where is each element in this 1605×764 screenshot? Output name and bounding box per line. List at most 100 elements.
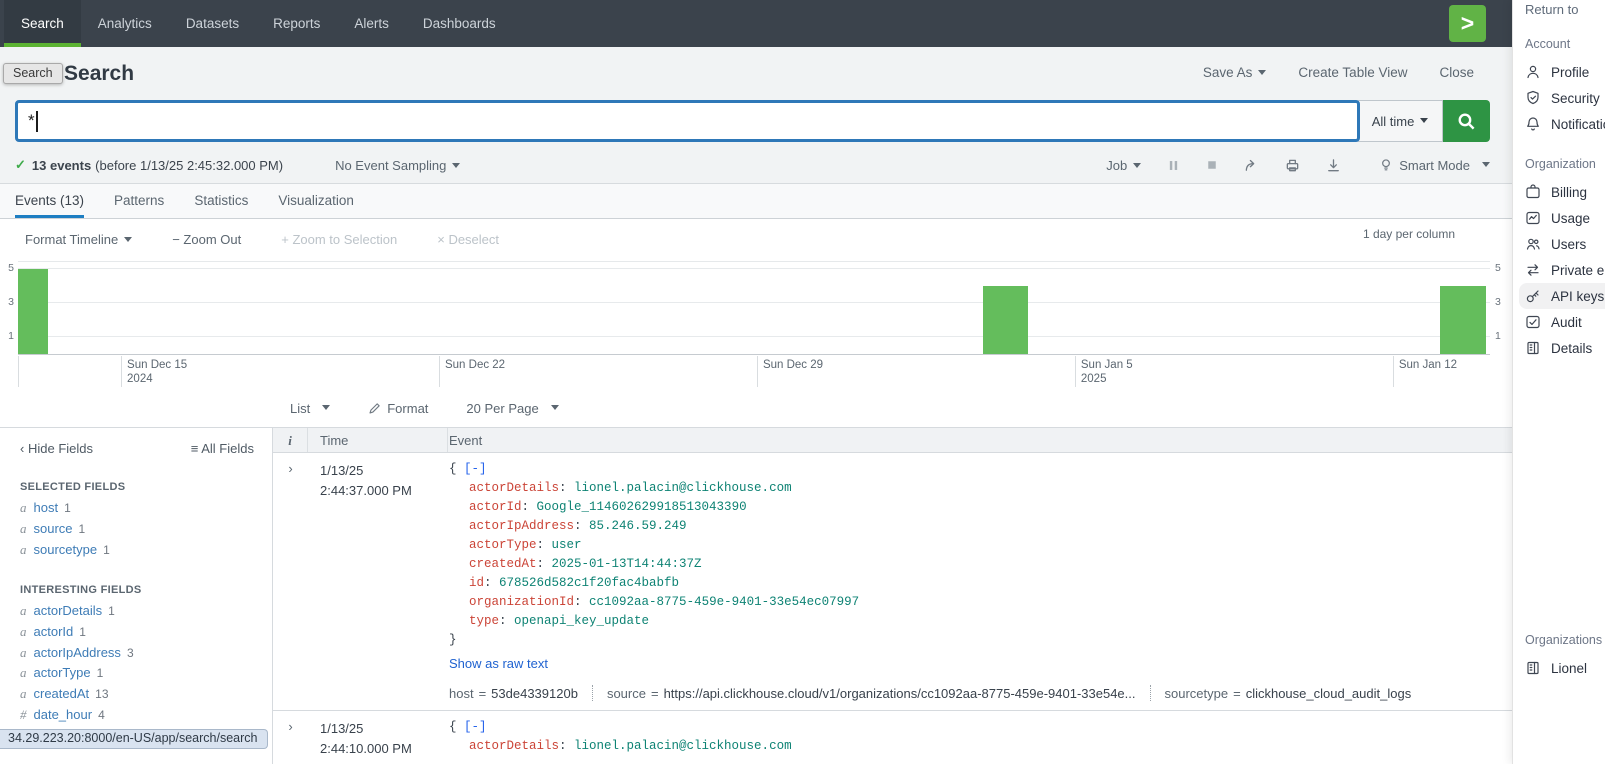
list-view-menu[interactable]: List (290, 401, 330, 416)
tab-visualization[interactable]: Visualization (278, 184, 354, 218)
search-input[interactable]: * (15, 100, 1360, 142)
timeline-axis: Sun Dec 152024Sun Dec 22Sun Dec 29Sun Ja… (18, 356, 1490, 387)
events-timeline-chart: 113355 Sun Dec 152024Sun Dec 22Sun Dec 2… (0, 261, 1512, 389)
job-menu[interactable]: Job (1106, 158, 1141, 173)
menu-item-profile[interactable]: Profile (1513, 59, 1605, 85)
field-item-host[interactable]: ahost1 (0, 498, 272, 519)
json-field[interactable]: actorDetails: lionel.palacin@clickhouse.… (449, 737, 1512, 756)
event-cell: { [-] actorDetails: lionel.palacin@click… (448, 453, 1512, 710)
zoom-to-selection-button[interactable]: + Zoom to Selection (281, 232, 397, 247)
header-actions: Save As Create Table View Close (1203, 65, 1474, 80)
bell-icon (1525, 116, 1541, 132)
field-item-createdAt[interactable]: acreatedAt13 (0, 684, 272, 705)
deselect-button[interactable]: × Deselect (437, 232, 499, 247)
y-axis-label: 5 (4, 262, 14, 274)
print-button[interactable] (1285, 158, 1300, 173)
json-collapse-toggle[interactable]: [-] (464, 462, 487, 476)
per-page-menu[interactable]: 20 Per Page (466, 401, 558, 416)
meta-source-value[interactable]: https://api.clickhouse.cloud/v1/organiza… (664, 686, 1136, 701)
chevron-down-icon (551, 405, 559, 410)
time-column-header: Time (308, 428, 448, 452)
text-cursor (36, 111, 38, 132)
gridline (18, 302, 1490, 303)
json-field[interactable]: actorDetails: lionel.palacin@clickhouse.… (449, 479, 1512, 498)
event-expand-button[interactable]: › (273, 711, 308, 764)
timeline-plot[interactable]: 113355 (18, 261, 1490, 355)
field-item-actorType[interactable]: aactorType1 (0, 663, 272, 684)
x-axis-tick (1393, 356, 1394, 387)
nav-item-datasets[interactable]: Datasets (169, 0, 256, 47)
json-field[interactable]: type: openapi_key_update (449, 612, 1512, 631)
field-item-source[interactable]: asource1 (0, 519, 272, 540)
meta-sourcetype-value[interactable]: clickhouse_cloud_audit_logs (1246, 686, 1412, 701)
nav-item-analytics[interactable]: Analytics (81, 0, 169, 47)
search-button[interactable] (1443, 100, 1490, 142)
event-time: 1/13/25 2:44:10.000 PM (308, 711, 448, 764)
share-button[interactable] (1244, 158, 1259, 173)
menu-item-details[interactable]: Details (1513, 335, 1605, 361)
nav-item-reports[interactable]: Reports (256, 0, 337, 47)
json-field[interactable]: actorId: Google_114602629918513043390 (449, 498, 1512, 517)
search-query-text: * (28, 111, 35, 131)
export-button[interactable] (1326, 158, 1341, 173)
return-to-link[interactable]: Return to (1513, 0, 1605, 17)
save-as-button[interactable]: Save As (1203, 65, 1267, 80)
json-field[interactable]: actorIpAddress: 85.246.59.249 (449, 517, 1512, 536)
clickhouse-settings-panel: Return to Account Profile Security Notif… (1512, 0, 1605, 764)
splunk-logo-icon[interactable]: > (1449, 5, 1486, 42)
json-field[interactable]: id: 678526d582c1f20fac4babfb (449, 574, 1512, 593)
event-expand-button[interactable]: › (273, 453, 308, 710)
stop-button[interactable] (1206, 159, 1218, 171)
hide-fields-button[interactable]: ‹ Hide Fields (20, 441, 93, 456)
all-fields-button[interactable]: ≡ All Fields (191, 441, 254, 456)
search-mode-menu[interactable]: Smart Mode (1379, 158, 1490, 173)
shield-check-icon (1525, 90, 1541, 106)
chevron-right-icon: › (288, 461, 292, 476)
time-range-picker[interactable]: All time (1358, 100, 1443, 142)
json-field[interactable]: organizationId: cc1092aa-8775-459e-9401-… (449, 593, 1512, 612)
event-column-header: Event (448, 433, 1512, 448)
tab-statistics[interactable]: Statistics (194, 184, 248, 218)
json-collapse-toggle[interactable]: [-] (464, 720, 487, 734)
field-item-actorDetails[interactable]: aactorDetails1 (0, 601, 272, 622)
timeline-bar[interactable] (983, 286, 1028, 354)
format-timeline-menu[interactable]: Format Timeline (25, 232, 132, 247)
json-field[interactable]: actorType: user (449, 536, 1512, 555)
nav-item-dashboards[interactable]: Dashboards (406, 0, 513, 47)
menu-item-audit[interactable]: Audit (1513, 309, 1605, 335)
menu-item-usage[interactable]: Usage (1513, 205, 1605, 231)
event-sampling-menu[interactable]: No Event Sampling (335, 158, 460, 173)
event-row: › 1/13/25 2:44:10.000 PM { [-] actorDeta… (273, 711, 1512, 764)
menu-item-private-endpoints[interactable]: Private endpoints (1513, 257, 1605, 283)
create-table-view-button[interactable]: Create Table View (1298, 65, 1407, 80)
tab-patterns[interactable]: Patterns (114, 184, 164, 218)
field-item-actorIpAddress[interactable]: aactorIpAddress3 (0, 643, 272, 664)
gridline (18, 268, 1490, 269)
field-item-sourcetype[interactable]: asourcetype1 (0, 540, 272, 561)
meta-host-value[interactable]: 53de4339120b (491, 686, 578, 701)
field-item-actorId[interactable]: aactorId1 (0, 622, 272, 643)
event-cell: { [-] actorDetails: lionel.palacin@click… (448, 711, 1512, 764)
menu-item-security[interactable]: Security (1513, 85, 1605, 111)
format-results-button[interactable]: Format (368, 401, 428, 416)
json-field[interactable]: createdAt: 2025-01-13T14:44:37Z (449, 555, 1512, 574)
field-item-date_hour[interactable]: #date_hour4 (0, 705, 272, 726)
building-icon (1525, 340, 1541, 356)
pause-button[interactable] (1167, 159, 1180, 172)
events-table: i Time Event › 1/13/25 2:44:37.000 PM { … (273, 428, 1512, 764)
tab-events[interactable]: Events (13) (15, 184, 84, 218)
menu-item-api-keys[interactable]: API keys (1519, 283, 1605, 309)
show-raw-text-link[interactable]: Show as raw text (449, 656, 548, 671)
x-axis-tick (1075, 356, 1076, 387)
menu-item-users[interactable]: Users (1513, 231, 1605, 257)
menu-item-notifications[interactable]: Notifications (1513, 111, 1605, 137)
close-button[interactable]: Close (1439, 65, 1474, 80)
x-axis-label: Sun Jan 12 (1399, 359, 1457, 373)
menu-item-organization-lionel[interactable]: Lionel (1513, 655, 1605, 681)
menu-item-billing[interactable]: Billing (1513, 179, 1605, 205)
zoom-out-button[interactable]: − Zoom Out (172, 232, 241, 247)
timeline-bar[interactable] (18, 269, 48, 354)
nav-item-alerts[interactable]: Alerts (337, 0, 406, 47)
nav-item-search[interactable]: Search (4, 0, 81, 47)
timeline-bar[interactable] (1440, 286, 1486, 354)
